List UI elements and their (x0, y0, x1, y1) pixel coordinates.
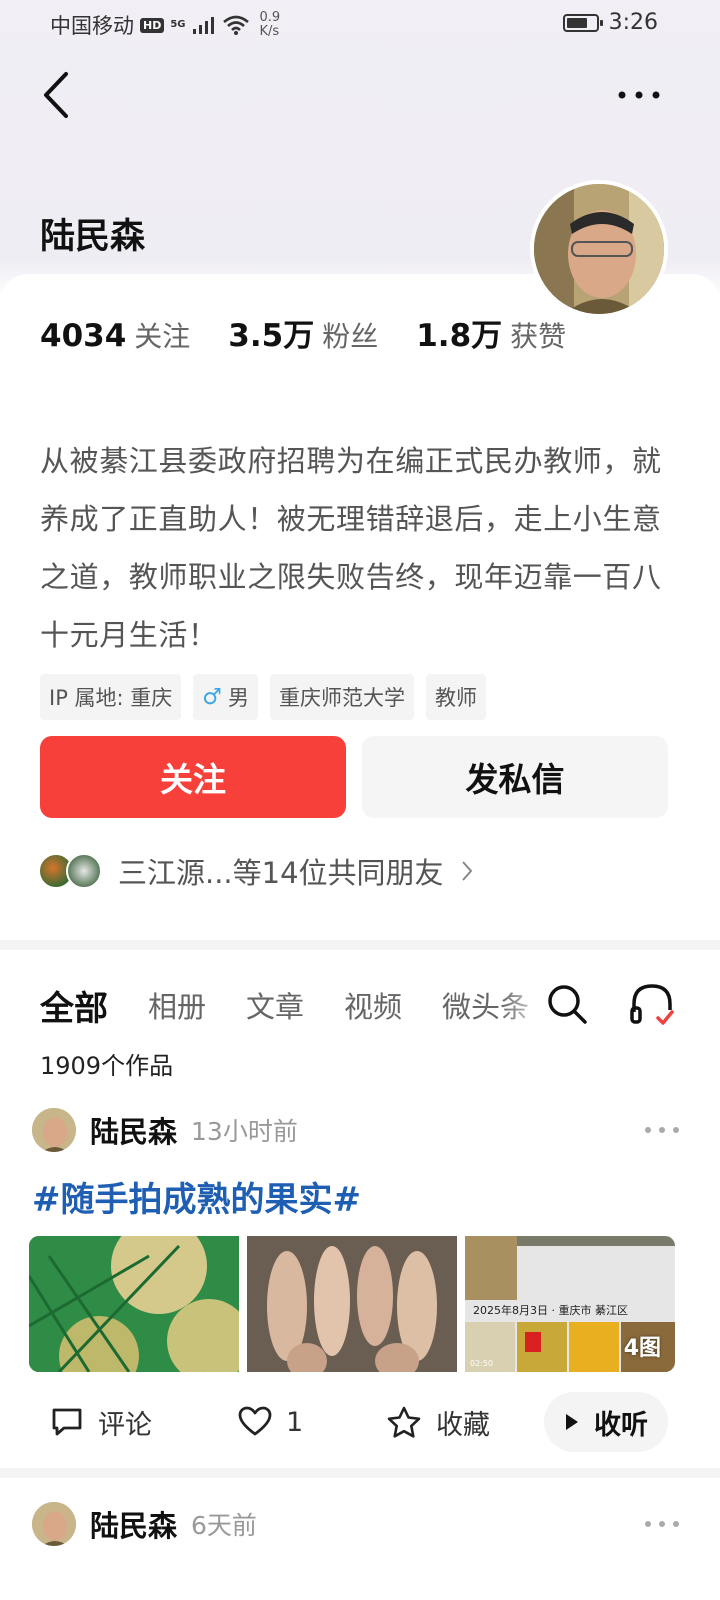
stat-followers[interactable]: 3.5万 粉丝 (228, 310, 378, 355)
post-more-button[interactable] (642, 1108, 682, 1152)
post-photos: 2025年8月3日 · 重庆市 綦江区 02:50 4图 (29, 1236, 675, 1372)
avatar[interactable] (32, 1502, 76, 1546)
photo-caption: 2025年8月3日 · 重庆市 綦江区 (473, 1304, 628, 1317)
like-button[interactable]: 1 (238, 1406, 303, 1438)
section-divider (0, 940, 720, 950)
heart-icon (238, 1406, 272, 1436)
avatar[interactable] (32, 1108, 76, 1152)
listen-button[interactable]: 收听 (544, 1392, 668, 1452)
favorite-label: 收藏 (436, 1409, 490, 1441)
chevron-right-icon (461, 861, 472, 881)
tab-all[interactable]: 全部 (40, 981, 108, 1030)
avatar-image (32, 1108, 76, 1152)
profile-name: 陆民森 (40, 217, 146, 257)
tab-videos[interactable]: 视频 (344, 984, 402, 1026)
follow-button[interactable]: 关注 (40, 736, 346, 818)
signal-type: 5G (170, 19, 186, 30)
listen-label: 收听 (594, 1409, 648, 1441)
more-button[interactable] (614, 80, 664, 110)
profile-tags: IP 属地: 重庆 ♂ 男 重庆师范大学 教师 (40, 674, 487, 720)
wifi-icon (222, 15, 249, 35)
headphones-icon (630, 984, 674, 1025)
net-speed: 0.9 K/s (260, 11, 281, 39)
profile-bio: 从被綦江县委政府招聘为在编正式民办教师，就养成了正直助人！被无理错辞退后，走上小… (40, 444, 662, 652)
status-right: 3:26 (562, 10, 658, 35)
search-icon (548, 985, 587, 1024)
post-time: 13小时前 (191, 1117, 298, 1146)
tag-job: 教师 (426, 674, 487, 720)
listen-mode-button[interactable] (628, 982, 676, 1028)
tag-school: 重庆师范大学 (270, 674, 415, 720)
battery-icon (562, 13, 603, 32)
photo-image (29, 1236, 239, 1372)
signal-icon (192, 17, 214, 34)
search-button[interactable] (546, 983, 588, 1025)
tab-albums[interactable]: 相册 (148, 984, 206, 1026)
mutual-friends-text: 三江源...等14位共同朋友 (118, 856, 444, 890)
stat-following[interactable]: 4034 关注 (40, 315, 190, 355)
photo-timestamp: 02:50 (470, 1359, 494, 1368)
post-header: 陆民森 13小时前 (32, 1108, 682, 1152)
status-left: 中国移动 HD 5G 0.9 K/s (50, 10, 280, 40)
status-bar: 中国移动 HD 5G 0.9 K/s 3:26 (0, 0, 720, 48)
tab-fade (500, 978, 550, 1034)
post-author[interactable]: 陆民森 (90, 1503, 177, 1545)
photo-image (247, 1236, 457, 1372)
more-dots-icon (618, 91, 660, 99)
post-header: 陆民森 6天前 (32, 1502, 682, 1546)
net-speed-unit: K/s (259, 24, 280, 39)
section-divider (0, 1468, 720, 1478)
stat-likes[interactable]: 1.8万 获赞 (416, 310, 566, 355)
comment-button[interactable]: 评论 (50, 1403, 152, 1442)
post-actions: 评论 1 收藏 收听 (50, 1392, 670, 1452)
star-icon (387, 1406, 421, 1438)
play-icon (566, 1414, 578, 1430)
avatar-image (32, 1502, 76, 1546)
tab-articles[interactable]: 文章 (246, 984, 304, 1026)
post-photo[interactable] (247, 1236, 457, 1372)
content-tabs: 全部 相册 文章 视频 微头条 (40, 980, 580, 1030)
stat-label: 粉丝 (322, 320, 379, 353)
favorite-button[interactable]: 收藏 (386, 1403, 490, 1442)
stat-value: 1.8万 (416, 318, 503, 354)
photo-count-badge: 4图 (623, 1336, 661, 1361)
tag-ip: IP 属地: 重庆 (40, 674, 182, 720)
comment-label: 评论 (98, 1409, 152, 1441)
net-speed-value: 0.9 (259, 10, 281, 25)
avatar (66, 853, 102, 889)
more-dots-icon (645, 1521, 679, 1527)
back-button[interactable] (38, 70, 78, 120)
more-dots-icon (645, 1127, 679, 1133)
post-photo[interactable] (29, 1236, 239, 1372)
profile-stats: 4034 关注 3.5万 粉丝 1.8万 获赞 (40, 310, 604, 355)
profile-avatar[interactable] (530, 180, 668, 318)
works-count: 1909个作品 (40, 1052, 174, 1080)
stat-value: 4034 (40, 318, 127, 354)
like-count: 1 (286, 1406, 304, 1438)
hd-badge: HD (140, 17, 165, 33)
male-icon: ♂ (202, 684, 223, 710)
post-title[interactable]: #随手拍成熟的果实# (32, 1172, 361, 1221)
message-button[interactable]: 发私信 (362, 736, 668, 818)
avatar-image (534, 184, 664, 314)
chevron-left-icon (44, 72, 68, 118)
post-photo[interactable]: 2025年8月3日 · 重庆市 綦江区 02:50 4图 (465, 1236, 675, 1372)
post-author[interactable]: 陆民森 (90, 1109, 177, 1151)
stat-value: 3.5万 (228, 318, 315, 354)
comment-icon (52, 1408, 82, 1436)
post-time: 6天前 (191, 1511, 257, 1540)
post-more-button[interactable] (642, 1502, 682, 1546)
carrier-label: 中国移动 (50, 14, 134, 38)
tag-gender: ♂ 男 (193, 674, 259, 720)
mutual-avatars (38, 853, 102, 889)
stat-label: 获赞 (510, 320, 567, 353)
stat-label: 关注 (134, 320, 191, 353)
gender-label: 男 (228, 686, 250, 710)
clock: 3:26 (608, 10, 658, 35)
mutual-friends[interactable]: 三江源...等14位共同朋友 (38, 850, 474, 892)
